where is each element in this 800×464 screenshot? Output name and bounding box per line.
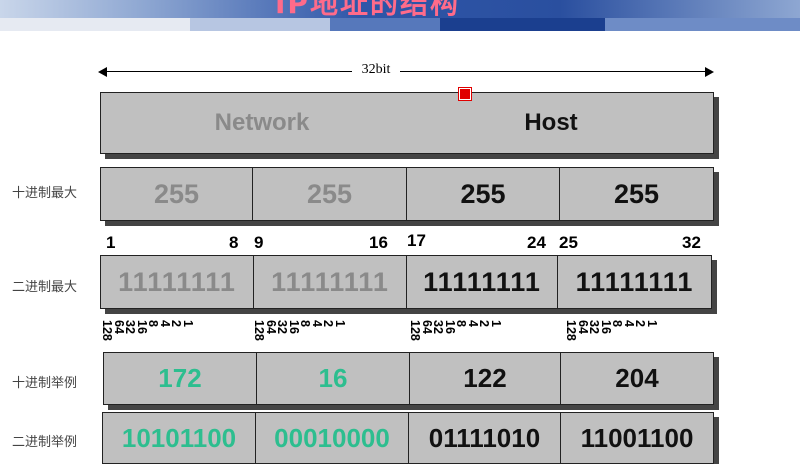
bit-weight: 1: [644, 320, 659, 327]
binary-example-octet-3: 01111010: [408, 413, 560, 463]
row-label-binary-max: 二进制最大: [12, 280, 78, 295]
binary-example-octet-1: 10101100: [121, 423, 237, 453]
bit-weight: 1: [332, 320, 347, 327]
binary-example-octet-4: 11001100: [560, 413, 713, 463]
row-label-decimal-example: 十进制举例: [12, 376, 78, 391]
decimal-max-row: 255 255 255 255: [100, 167, 714, 221]
page-title: IP地址的结构: [275, 0, 460, 20]
row-label-binary-example: 二进制举例: [12, 435, 78, 450]
bit-position: 1: [106, 233, 116, 252]
bit-position: 32: [682, 233, 701, 252]
decimal-example-octet-2: 16: [256, 353, 409, 404]
selection-handle[interactable]: [458, 87, 472, 101]
binary-max-octet-2: 11111111: [253, 256, 406, 308]
header-strip: [0, 18, 800, 31]
width-label: 32bit: [352, 62, 400, 78]
decimal-example-octet-3: 122: [409, 353, 560, 404]
arrow-right-icon: [705, 67, 714, 77]
decimal-max-octet-1: 255: [153, 178, 200, 209]
bit-position: 16: [369, 233, 388, 252]
decimal-example-octet-1: 172: [158, 363, 202, 393]
host-label: Host: [524, 109, 578, 136]
network-label: Network: [214, 109, 310, 136]
decimal-max-octet-4: 255: [559, 168, 713, 220]
binary-max-octet-4: 11111111: [557, 256, 711, 308]
binary-max-row: 11111111 11111111 11111111 11111111: [100, 255, 712, 309]
arrow-left-icon: [98, 67, 107, 77]
decimal-example-octet-4: 204: [560, 353, 713, 404]
row-label-decimal-max: 十进制最大: [12, 186, 78, 201]
binary-max-octet-3: 11111111: [406, 256, 557, 308]
bit-weights-octet-4: 128 64 32 16 8 4 2 1: [564, 320, 659, 350]
bit-weight: 1: [488, 320, 503, 327]
binary-example-octet-2: 00010000: [255, 413, 408, 463]
bit-position: 8: [229, 233, 239, 252]
network-host-box: Network Host: [100, 92, 714, 154]
decimal-example-row: 172 16 122 204: [103, 352, 714, 405]
decimal-max-octet-3: 255: [406, 168, 559, 220]
bit-position: 24: [527, 233, 546, 252]
bit-position: 17: [407, 231, 426, 250]
decimal-max-octet-2: 255: [252, 168, 406, 220]
bit-weight: 1: [180, 320, 195, 327]
bit-weights-octet-2: 128 64 32 16 8 4 2 1: [252, 320, 347, 350]
bit-position: 25: [559, 233, 578, 252]
bit-position: 9: [254, 233, 264, 252]
width-line: [102, 71, 708, 72]
binary-max-octet-1: 11111111: [118, 266, 236, 297]
bit-weights-octet-1: 128 64 32 16 8 4 2 1: [100, 320, 195, 350]
binary-example-row: 10101100 00010000 01111010 11001100: [102, 412, 714, 464]
bit-weights-octet-3: 128 64 32 16 8 4 2 1: [408, 320, 503, 350]
